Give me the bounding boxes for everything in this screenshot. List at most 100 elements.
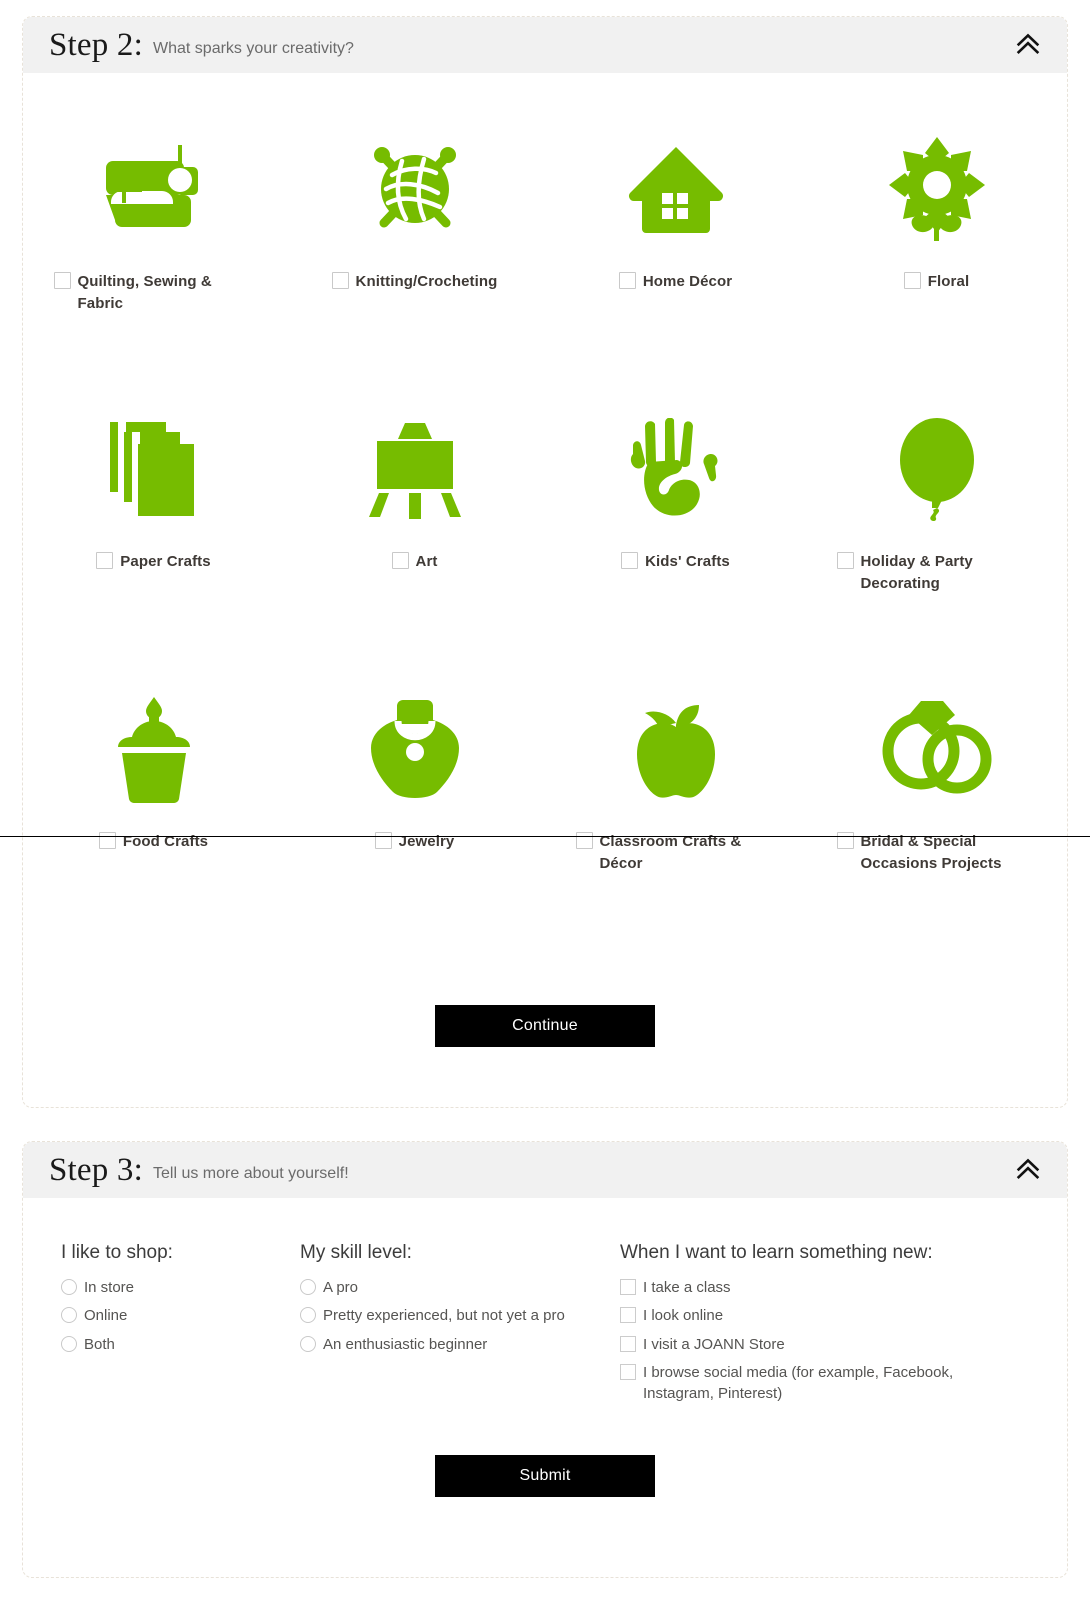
option-label: I visit a JOANN Store xyxy=(643,1335,785,1353)
tile-kids-crafts[interactable]: Kids' Crafts xyxy=(545,399,806,679)
tile-label: Art xyxy=(415,553,438,570)
tile-food-crafts[interactable]: Food Crafts xyxy=(23,679,284,959)
radio-option-in-store[interactable]: In store xyxy=(61,1277,278,1298)
double-chevron-up-icon xyxy=(1016,33,1040,58)
option-label: Pretty experienced, but not yet a pro xyxy=(323,1307,565,1325)
tile-label: Food Crafts xyxy=(122,833,209,850)
tile-classroom-crafts-decor[interactable]: Classroom Crafts & Décor xyxy=(545,679,806,959)
step-3-body: I like to shop: In store Online Both My … xyxy=(23,1198,1067,1411)
radio-option-both[interactable]: Both xyxy=(61,1334,278,1355)
learning-preference-group: When I want to learn something new: I ta… xyxy=(588,1242,1018,1411)
tile-label: Bridal & Special Occasions Projects xyxy=(860,833,1002,872)
step-3-header: Step 3: Tell us more about yourself! xyxy=(23,1142,1067,1198)
flower-icon xyxy=(818,119,1055,259)
option-label: I browse social media (for example, Face… xyxy=(643,1363,954,1403)
tile-label: Knitting/Crocheting xyxy=(355,273,498,290)
checkbox-icon[interactable] xyxy=(620,1279,636,1295)
checkbox-classroom-crafts-decor[interactable] xyxy=(575,832,593,849)
checkbox-icon[interactable] xyxy=(620,1307,636,1324)
cupcake-icon xyxy=(35,679,272,819)
checkbox-kids-crafts[interactable] xyxy=(621,552,639,569)
step-2-subtitle: What sparks your creativity? xyxy=(153,40,354,57)
tile-label: Classroom Crafts & Décor xyxy=(599,833,742,872)
shop-preference-heading: I like to shop: xyxy=(61,1242,173,1263)
checkbox-food-crafts[interactable] xyxy=(98,832,116,849)
step-3-card: Step 3: Tell us more about yourself! I l… xyxy=(22,1141,1068,1579)
tile-label: Jewelry xyxy=(398,833,455,850)
tile-label: Home Décor xyxy=(642,273,733,290)
option-label: Both xyxy=(84,1335,115,1353)
radio-icon[interactable] xyxy=(300,1279,316,1295)
radio-option-a-pro[interactable]: A pro xyxy=(300,1277,588,1298)
learning-preference-heading: When I want to learn something new: xyxy=(620,1242,933,1263)
tile-art[interactable]: Art xyxy=(284,399,545,679)
survey-page: Step 2: What sparks your creativity? Qui… xyxy=(0,16,1090,1616)
checkbox-home-decor[interactable] xyxy=(618,272,636,289)
tile-jewelry[interactable]: Jewelry xyxy=(284,679,545,959)
radio-icon[interactable] xyxy=(61,1335,77,1352)
checkbox-option-visit-joann-store[interactable]: I visit a JOANN Store xyxy=(620,1334,1018,1355)
continue-button[interactable]: Continue xyxy=(435,1005,655,1047)
tile-label: Paper Crafts xyxy=(120,553,211,570)
yarn-ball-needles-icon xyxy=(296,119,533,259)
radio-icon[interactable] xyxy=(300,1335,316,1352)
checkbox-knitting-crocheting[interactable] xyxy=(331,272,349,289)
checkbox-icon[interactable] xyxy=(620,1335,636,1352)
tile-floral[interactable]: Floral xyxy=(806,119,1067,399)
balloon-icon xyxy=(818,399,1055,539)
checkbox-jewelry[interactable] xyxy=(374,832,392,849)
tile-home-decor[interactable]: Home Décor xyxy=(545,119,806,399)
checkbox-art[interactable] xyxy=(391,552,409,569)
radio-option-online[interactable]: Online xyxy=(61,1305,278,1326)
step-3-subtitle: Tell us more about yourself! xyxy=(153,1165,349,1182)
checkbox-paper-crafts[interactable] xyxy=(96,552,114,569)
wedding-rings-icon xyxy=(818,679,1055,819)
checkbox-quilting-sewing-fabric[interactable] xyxy=(53,272,71,289)
option-label: In store xyxy=(84,1279,135,1296)
radio-icon[interactable] xyxy=(300,1307,316,1324)
tile-label: Floral xyxy=(927,273,970,290)
step-2-header: Step 2: What sparks your creativity? xyxy=(23,17,1067,73)
tile-holiday-party-decorating[interactable]: Holiday & Party Decorating xyxy=(806,399,1067,679)
tile-label: Quilting, Sewing & Fabric xyxy=(77,273,212,312)
option-label: An enthusiastic beginner xyxy=(323,1335,488,1353)
checkbox-option-take-a-class[interactable]: I take a class xyxy=(620,1277,1018,1298)
step-3-collapse-button[interactable] xyxy=(1015,1157,1041,1183)
checkbox-option-look-online[interactable]: I look online xyxy=(620,1305,1018,1326)
checkbox-icon[interactable] xyxy=(620,1363,636,1380)
radio-icon[interactable] xyxy=(61,1279,77,1295)
skill-level-heading: My skill level: xyxy=(300,1242,412,1263)
handprint-icon xyxy=(557,399,794,539)
shop-preference-group: I like to shop: In store Online Both xyxy=(23,1242,278,1411)
tile-quilting-sewing-fabric[interactable]: Quilting, Sewing & Fabric xyxy=(23,119,284,399)
checkbox-option-browse-social-media[interactable]: I browse social media (for example, Face… xyxy=(620,1362,1018,1405)
option-label: A pro xyxy=(323,1279,359,1296)
radio-option-enthusiastic-beginner[interactable]: An enthusiastic beginner xyxy=(300,1334,588,1355)
checkbox-holiday-party-decorating[interactable] xyxy=(836,552,854,569)
tile-label: Holiday & Party Decorating xyxy=(860,553,973,592)
skill-level-group: My skill level: A pro Pretty experienced… xyxy=(278,1242,588,1411)
tile-bridal-special-occasions[interactable]: Bridal & Special Occasions Projects xyxy=(806,679,1067,959)
tile-knitting-crocheting[interactable]: Knitting/Crocheting xyxy=(284,119,545,399)
tile-label: Kids' Crafts xyxy=(645,553,730,570)
radio-icon[interactable] xyxy=(61,1307,77,1324)
option-label: I take a class xyxy=(643,1279,731,1296)
step-2-collapse-button[interactable] xyxy=(1015,32,1041,58)
checkbox-bridal-special-occasions[interactable] xyxy=(836,832,854,849)
double-chevron-up-icon xyxy=(1016,1158,1040,1183)
option-label: Online xyxy=(84,1307,128,1325)
option-label: I look online xyxy=(643,1307,724,1325)
tile-paper-crafts[interactable]: Paper Crafts xyxy=(23,399,284,679)
continue-button-wrap: Continue xyxy=(23,959,1067,1107)
craft-interest-grid: Quilting, Sewing & Fabric Knitting/Croch… xyxy=(23,73,1067,959)
apple-icon xyxy=(557,679,794,819)
sewing-machine-icon xyxy=(35,119,272,259)
checkbox-floral[interactable] xyxy=(903,272,921,289)
necklace-bust-icon xyxy=(296,679,533,819)
easel-icon xyxy=(296,399,533,539)
step-2-card: Step 2: What sparks your creativity? Qui… xyxy=(22,16,1068,1108)
submit-button[interactable]: Submit xyxy=(435,1455,655,1498)
radio-option-pretty-experienced[interactable]: Pretty experienced, but not yet a pro xyxy=(300,1305,588,1326)
step-2-title: Step 2: xyxy=(49,26,143,63)
house-icon xyxy=(557,119,794,259)
